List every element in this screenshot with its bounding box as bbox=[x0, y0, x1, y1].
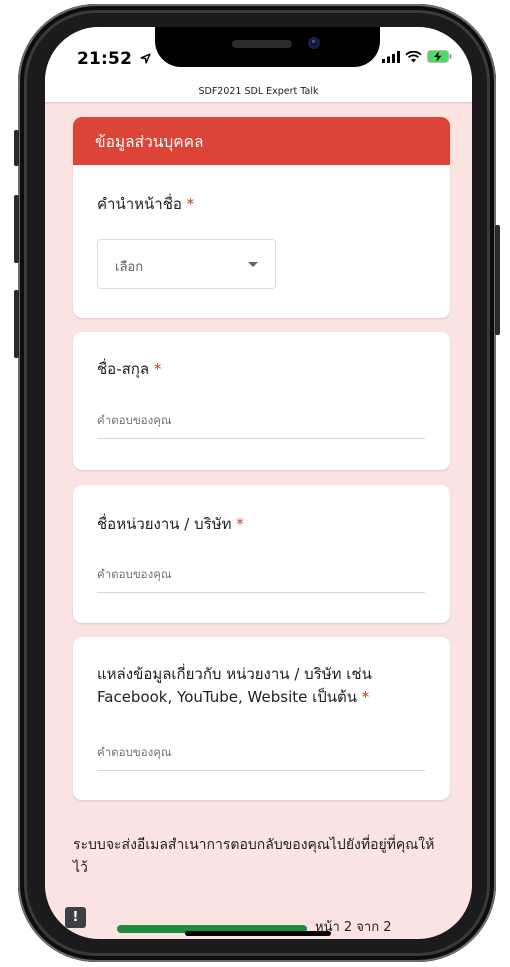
company-input[interactable]: คำตอบของคุณ bbox=[97, 566, 425, 593]
form-header: SDF2021 SDL Expert Talk bbox=[45, 77, 472, 102]
question-card-name: ชื่อ-สกุล * คำตอบของคุณ bbox=[73, 332, 450, 470]
section-title: ข้อมูลส่วนบุคคล bbox=[95, 133, 204, 151]
name-input[interactable]: คำตอบของคุณ bbox=[97, 412, 425, 439]
email-copy-note: ระบบจะส่งอีเมลสำเนาการตอบกลับของคุณไปยัง… bbox=[73, 837, 435, 876]
prefix-select-value: เลือก bbox=[115, 260, 144, 275]
battery-charging-icon bbox=[427, 50, 452, 63]
speaker-grille bbox=[232, 40, 292, 48]
question-card-source: แหล่งข้อมูลเกี่ยวกับ หน่วยงาน / บริษัท เ… bbox=[73, 637, 450, 800]
cellular-signal-icon bbox=[382, 50, 400, 63]
required-asterisk: * bbox=[361, 688, 370, 706]
required-asterisk: * bbox=[236, 515, 244, 533]
question-title-prefix: คำนำหน้าชื่อ * bbox=[97, 195, 195, 213]
required-asterisk: * bbox=[186, 195, 195, 213]
silent-switch bbox=[14, 130, 19, 166]
section-header: ข้อมูลส่วนบุคคล bbox=[73, 117, 450, 165]
home-indicator[interactable] bbox=[185, 931, 331, 936]
location-arrow-icon bbox=[140, 53, 151, 64]
front-camera bbox=[308, 37, 320, 49]
screen: 21:52 SDF2021 SDL Expert Talk ข้อมูลส่วน… bbox=[45, 27, 472, 939]
question-card-company: ชื่อหน่วยงาน / บริษัท * คำตอบของคุณ bbox=[73, 485, 450, 623]
required-asterisk: * bbox=[153, 360, 162, 378]
dropdown-arrow-icon bbox=[248, 262, 258, 267]
report-issue-icon[interactable]: ! bbox=[65, 907, 86, 928]
volume-up-button bbox=[14, 195, 19, 263]
prefix-select[interactable]: เลือก bbox=[97, 239, 276, 289]
section-card: ข้อมูลส่วนบุคคล คำนำหน้าชื่อ * เลือก bbox=[73, 117, 450, 318]
volume-down-button bbox=[14, 290, 19, 358]
status-time: 21:52 bbox=[77, 49, 151, 69]
question-title-name: ชื่อ-สกุล * bbox=[97, 360, 162, 378]
question-title-source: แหล่งข้อมูลเกี่ยวกับ หน่วยงาน / บริษัท เ… bbox=[97, 665, 372, 706]
status-icons bbox=[382, 50, 452, 63]
question-title-company: ชื่อหน่วยงาน / บริษัท * bbox=[97, 515, 244, 533]
source-input[interactable]: คำตอบของคุณ bbox=[97, 744, 425, 771]
power-button bbox=[495, 225, 500, 335]
form-title: SDF2021 SDL Expert Talk bbox=[198, 86, 319, 97]
wifi-icon bbox=[405, 50, 422, 62]
